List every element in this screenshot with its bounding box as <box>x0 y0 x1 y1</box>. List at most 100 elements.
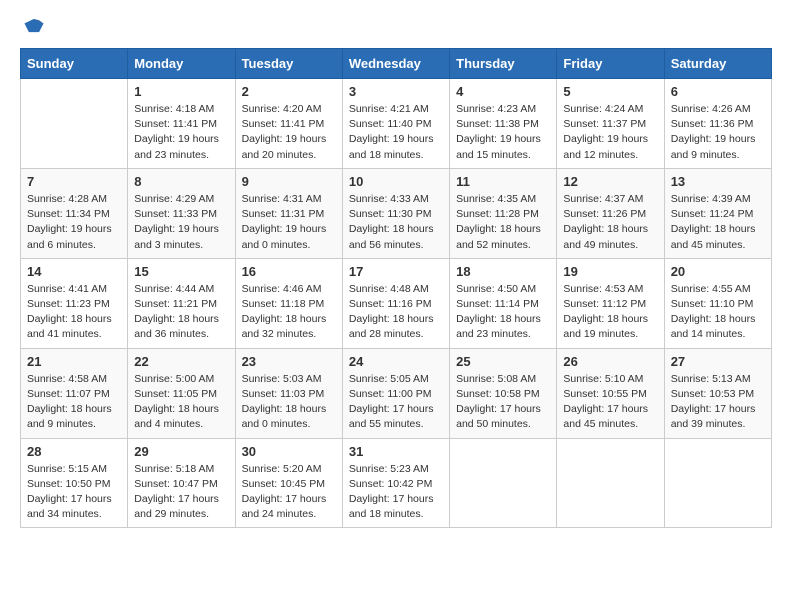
day-number: 19 <box>563 264 657 279</box>
calendar-header-wednesday: Wednesday <box>342 49 449 79</box>
day-info: Sunrise: 4:31 AM Sunset: 11:31 PM Daylig… <box>242 192 336 253</box>
day-info: Sunrise: 5:08 AM Sunset: 10:58 PM Daylig… <box>456 372 550 433</box>
calendar-header-friday: Friday <box>557 49 664 79</box>
day-info: Sunrise: 4:28 AM Sunset: 11:34 PM Daylig… <box>27 192 121 253</box>
calendar-cell <box>450 438 557 528</box>
calendar-week-2: 7Sunrise: 4:28 AM Sunset: 11:34 PM Dayli… <box>21 168 772 258</box>
day-info: Sunrise: 5:15 AM Sunset: 10:50 PM Daylig… <box>27 462 121 523</box>
day-info: Sunrise: 5:20 AM Sunset: 10:45 PM Daylig… <box>242 462 336 523</box>
day-number: 3 <box>349 84 443 99</box>
day-info: Sunrise: 4:26 AM Sunset: 11:36 PM Daylig… <box>671 102 765 163</box>
day-number: 21 <box>27 354 121 369</box>
day-number: 4 <box>456 84 550 99</box>
day-info: Sunrise: 5:13 AM Sunset: 10:53 PM Daylig… <box>671 372 765 433</box>
day-info: Sunrise: 4:46 AM Sunset: 11:18 PM Daylig… <box>242 282 336 343</box>
calendar: SundayMondayTuesdayWednesdayThursdayFrid… <box>20 48 772 528</box>
day-number: 5 <box>563 84 657 99</box>
logo-icon <box>23 16 45 38</box>
calendar-header-monday: Monday <box>128 49 235 79</box>
calendar-cell: 15Sunrise: 4:44 AM Sunset: 11:21 PM Dayl… <box>128 258 235 348</box>
calendar-cell <box>21 79 128 169</box>
logo <box>20 16 45 38</box>
day-info: Sunrise: 4:41 AM Sunset: 11:23 PM Daylig… <box>27 282 121 343</box>
day-info: Sunrise: 5:00 AM Sunset: 11:05 PM Daylig… <box>134 372 228 433</box>
day-number: 26 <box>563 354 657 369</box>
day-info: Sunrise: 5:05 AM Sunset: 11:00 PM Daylig… <box>349 372 443 433</box>
day-number: 2 <box>242 84 336 99</box>
day-info: Sunrise: 4:37 AM Sunset: 11:26 PM Daylig… <box>563 192 657 253</box>
day-info: Sunrise: 5:10 AM Sunset: 10:55 PM Daylig… <box>563 372 657 433</box>
page-header <box>20 16 772 38</box>
day-number: 29 <box>134 444 228 459</box>
calendar-cell: 3 Sunrise: 4:21 AM Sunset: 11:40 PM Dayli… <box>342 79 449 169</box>
calendar-cell: 8 Sunrise: 4:29 AM Sunset: 11:33 PM Dayli… <box>128 168 235 258</box>
day-number: 9 <box>242 174 336 189</box>
calendar-week-4: 21 Sunrise: 4:58 AM Sunset: 11:07 PM Dayl… <box>21 348 772 438</box>
day-info: Sunrise: 4:24 AM Sunset: 11:37 PM Daylig… <box>563 102 657 163</box>
calendar-header-tuesday: Tuesday <box>235 49 342 79</box>
day-info: Sunrise: 4:33 AM Sunset: 11:30 PM Daylig… <box>349 192 443 253</box>
calendar-cell: 27 Sunrise: 5:13 AM Sunset: 10:53 PM Dayl… <box>664 348 771 438</box>
calendar-week-1: 1 Sunrise: 4:18 AM Sunset: 11:41 PM Dayli… <box>21 79 772 169</box>
calendar-cell: 12 Sunrise: 4:37 AM Sunset: 11:26 PM Dayl… <box>557 168 664 258</box>
calendar-cell: 22 Sunrise: 5:00 AM Sunset: 11:05 PM Dayl… <box>128 348 235 438</box>
day-number: 14 <box>27 264 121 279</box>
day-info: Sunrise: 4:58 AM Sunset: 11:07 PM Daylig… <box>27 372 121 433</box>
calendar-cell: 28 Sunrise: 5:15 AM Sunset: 10:50 PM Dayl… <box>21 438 128 528</box>
calendar-cell: 13Sunrise: 4:39 AM Sunset: 11:24 PM Dayl… <box>664 168 771 258</box>
day-info: Sunrise: 4:50 AM Sunset: 11:14 PM Daylig… <box>456 282 550 343</box>
day-info: Sunrise: 4:18 AM Sunset: 11:41 PM Daylig… <box>134 102 228 163</box>
calendar-header-row: SundayMondayTuesdayWednesdayThursdayFrid… <box>21 49 772 79</box>
day-number: 1 <box>134 84 228 99</box>
calendar-cell: 18 Sunrise: 4:50 AM Sunset: 11:14 PM Dayl… <box>450 258 557 348</box>
day-number: 6 <box>671 84 765 99</box>
day-number: 10 <box>349 174 443 189</box>
calendar-week-5: 28 Sunrise: 5:15 AM Sunset: 10:50 PM Dayl… <box>21 438 772 528</box>
day-number: 27 <box>671 354 765 369</box>
calendar-cell <box>664 438 771 528</box>
calendar-cell: 25 Sunrise: 5:08 AM Sunset: 10:58 PM Dayl… <box>450 348 557 438</box>
day-number: 15 <box>134 264 228 279</box>
calendar-cell: 10 Sunrise: 4:33 AM Sunset: 11:30 PM Dayl… <box>342 168 449 258</box>
calendar-cell: 24 Sunrise: 5:05 AM Sunset: 11:00 PM Dayl… <box>342 348 449 438</box>
day-info: Sunrise: 4:53 AM Sunset: 11:12 PM Daylig… <box>563 282 657 343</box>
day-number: 12 <box>563 174 657 189</box>
calendar-cell: 9 Sunrise: 4:31 AM Sunset: 11:31 PM Dayli… <box>235 168 342 258</box>
day-number: 8 <box>134 174 228 189</box>
calendar-header-sunday: Sunday <box>21 49 128 79</box>
day-number: 18 <box>456 264 550 279</box>
calendar-cell <box>557 438 664 528</box>
day-info: Sunrise: 5:18 AM Sunset: 10:47 PM Daylig… <box>134 462 228 523</box>
day-number: 23 <box>242 354 336 369</box>
day-info: Sunrise: 4:35 AM Sunset: 11:28 PM Daylig… <box>456 192 550 253</box>
day-info: Sunrise: 5:03 AM Sunset: 11:03 PM Daylig… <box>242 372 336 433</box>
calendar-cell: 31 Sunrise: 5:23 AM Sunset: 10:42 PM Dayl… <box>342 438 449 528</box>
calendar-cell: 1 Sunrise: 4:18 AM Sunset: 11:41 PM Dayli… <box>128 79 235 169</box>
day-number: 17 <box>349 264 443 279</box>
day-number: 28 <box>27 444 121 459</box>
calendar-header-saturday: Saturday <box>664 49 771 79</box>
day-info: Sunrise: 4:48 AM Sunset: 11:16 PM Daylig… <box>349 282 443 343</box>
day-number: 24 <box>349 354 443 369</box>
day-info: Sunrise: 4:55 AM Sunset: 11:10 PM Daylig… <box>671 282 765 343</box>
calendar-cell: 30 Sunrise: 5:20 AM Sunset: 10:45 PM Dayl… <box>235 438 342 528</box>
day-info: Sunrise: 4:20 AM Sunset: 11:41 PM Daylig… <box>242 102 336 163</box>
day-number: 31 <box>349 444 443 459</box>
calendar-cell: 14 Sunrise: 4:41 AM Sunset: 11:23 PM Dayl… <box>21 258 128 348</box>
day-info: Sunrise: 4:21 AM Sunset: 11:40 PM Daylig… <box>349 102 443 163</box>
calendar-cell: 2 Sunrise: 4:20 AM Sunset: 11:41 PM Dayli… <box>235 79 342 169</box>
day-number: 30 <box>242 444 336 459</box>
calendar-cell: 23 Sunrise: 5:03 AM Sunset: 11:03 PM Dayl… <box>235 348 342 438</box>
day-number: 22 <box>134 354 228 369</box>
calendar-cell: 7Sunrise: 4:28 AM Sunset: 11:34 PM Dayli… <box>21 168 128 258</box>
calendar-cell: 4 Sunrise: 4:23 AM Sunset: 11:38 PM Dayli… <box>450 79 557 169</box>
day-number: 25 <box>456 354 550 369</box>
day-info: Sunrise: 4:29 AM Sunset: 11:33 PM Daylig… <box>134 192 228 253</box>
day-info: Sunrise: 4:23 AM Sunset: 11:38 PM Daylig… <box>456 102 550 163</box>
day-info: Sunrise: 4:39 AM Sunset: 11:24 PM Daylig… <box>671 192 765 253</box>
calendar-cell: 20 Sunrise: 4:55 AM Sunset: 11:10 PM Dayl… <box>664 258 771 348</box>
calendar-cell: 5 Sunrise: 4:24 AM Sunset: 11:37 PM Dayli… <box>557 79 664 169</box>
day-number: 11 <box>456 174 550 189</box>
day-number: 20 <box>671 264 765 279</box>
day-info: Sunrise: 5:23 AM Sunset: 10:42 PM Daylig… <box>349 462 443 523</box>
